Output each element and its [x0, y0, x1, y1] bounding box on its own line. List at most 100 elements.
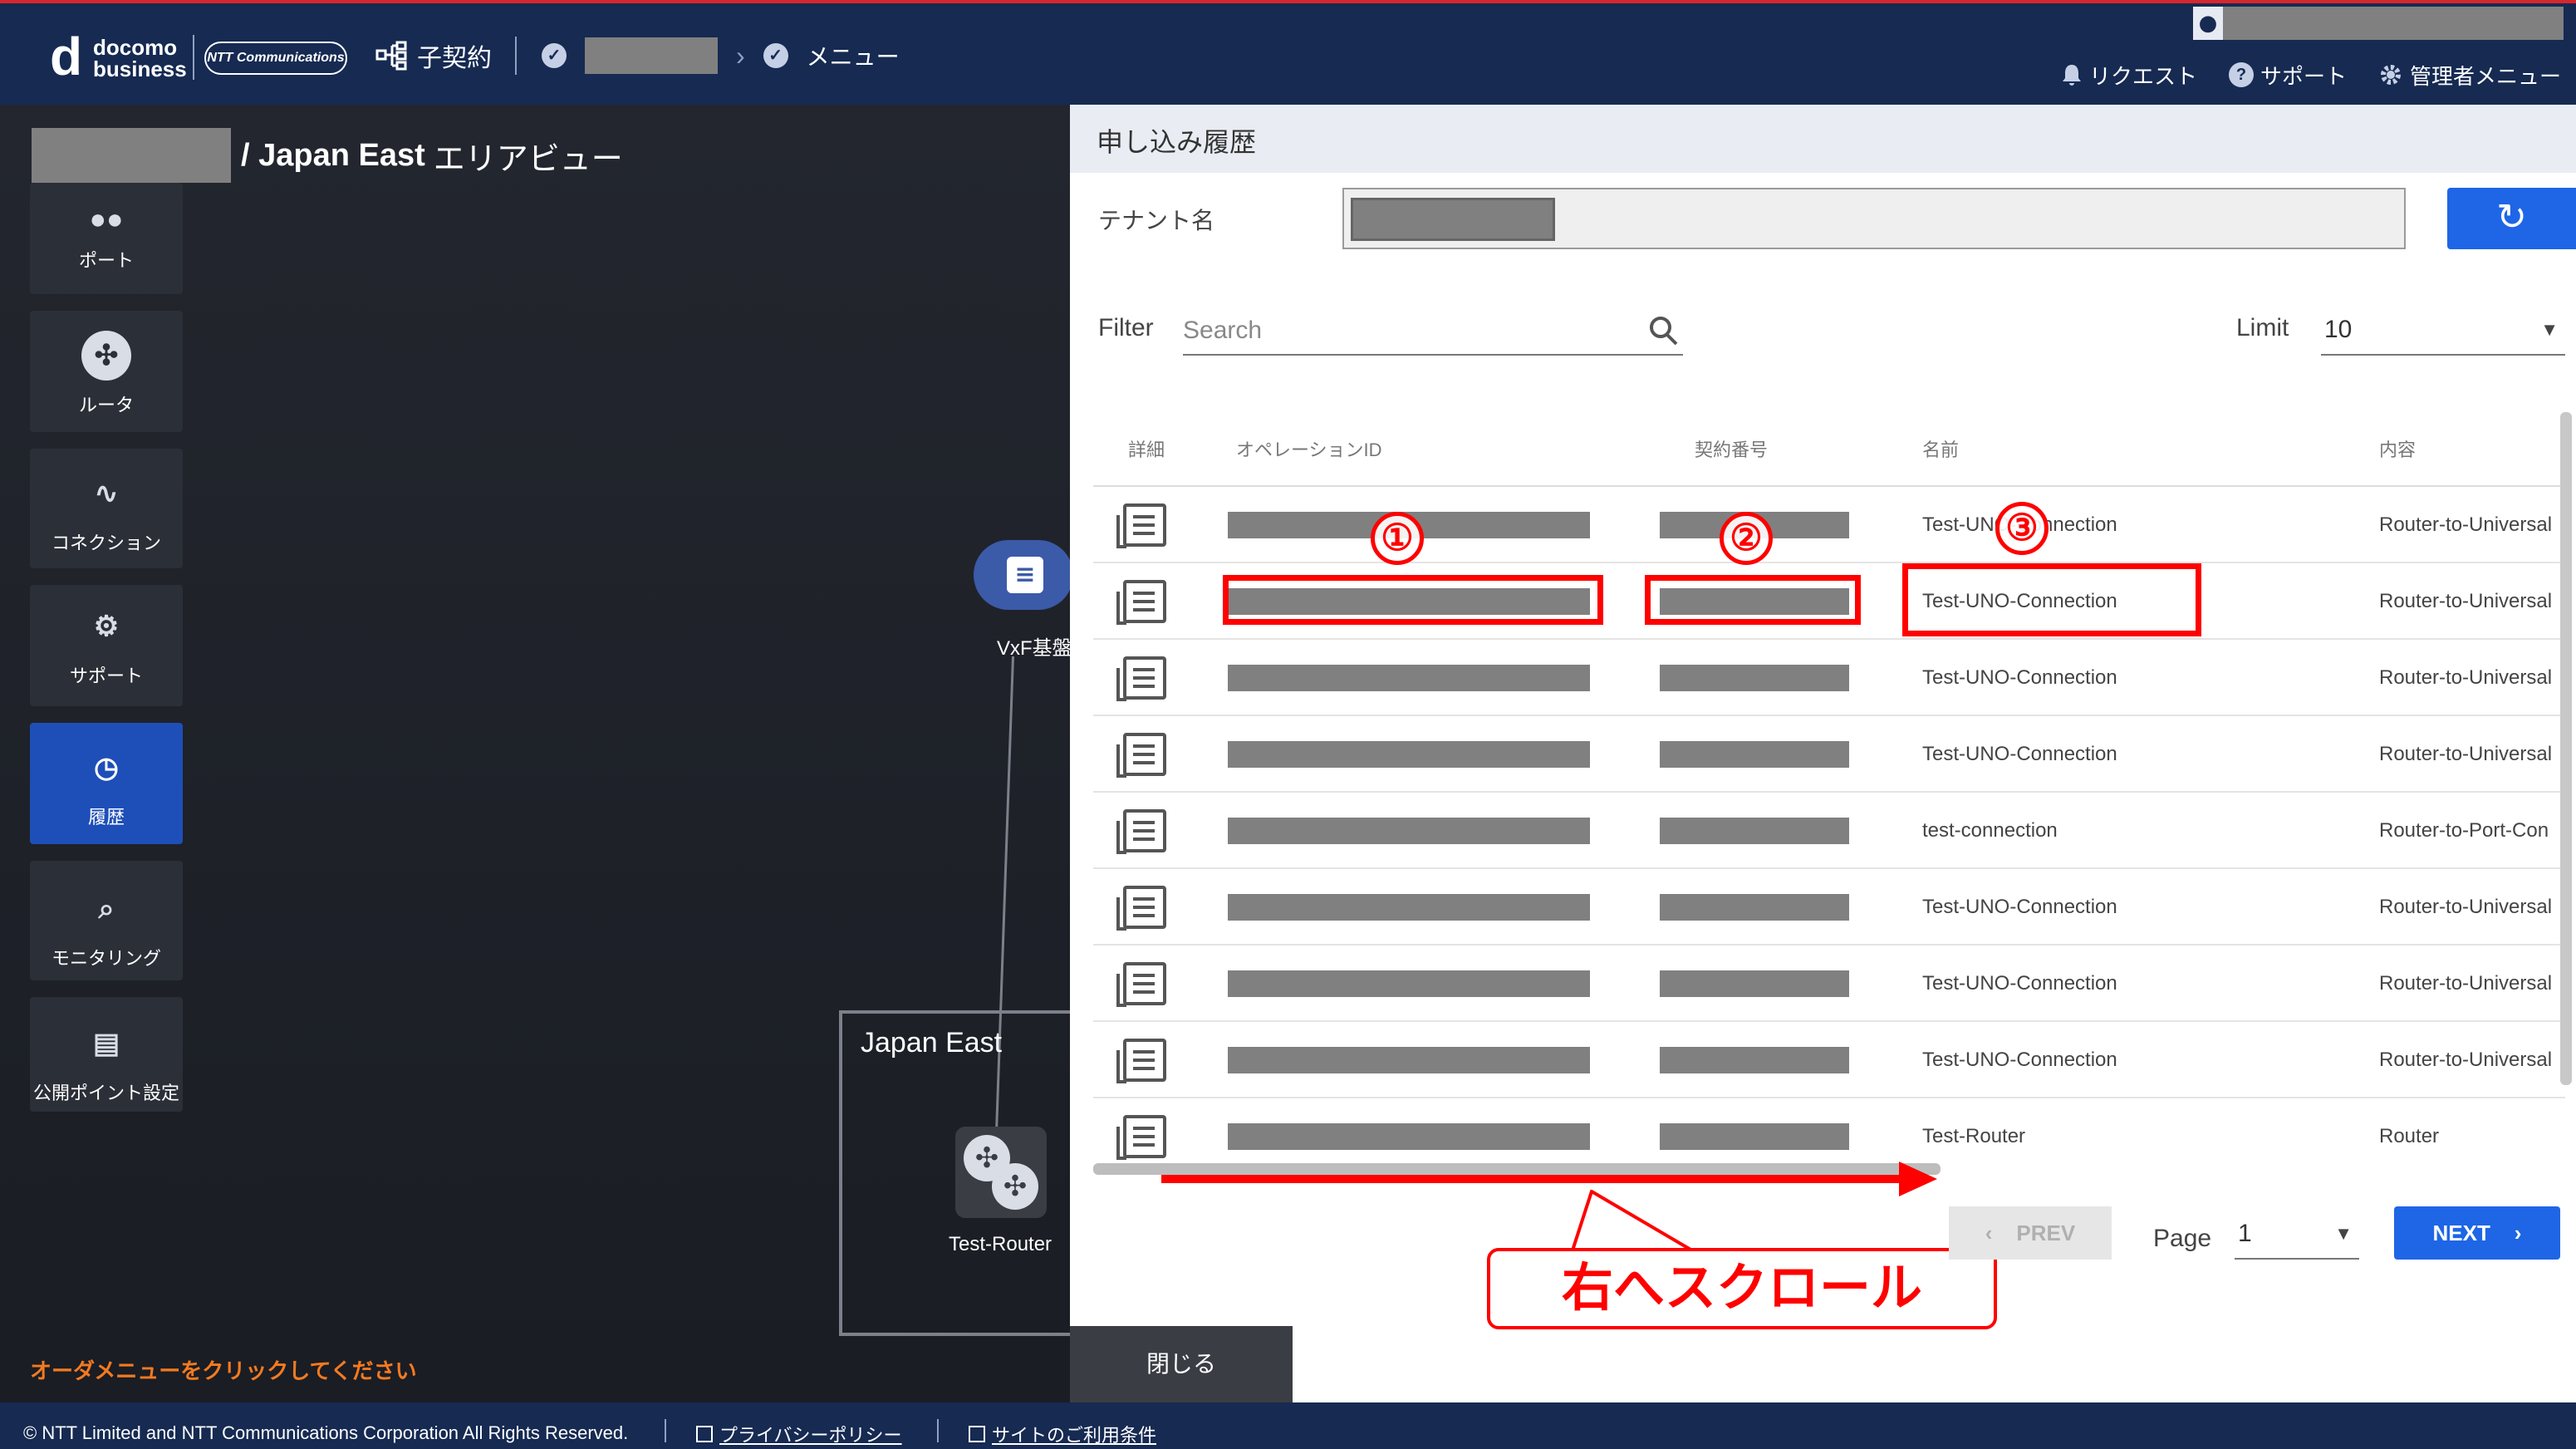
document-icon[interactable]: [1116, 962, 1166, 1007]
sidebar-item-public-point[interactable]: ▤ 公開ポイント設定: [30, 997, 183, 1112]
filter-label: Filter: [1098, 314, 1154, 341]
terms-link[interactable]: サイトのご利用条件: [969, 1421, 1156, 1447]
search-input[interactable]: [1183, 312, 1631, 349]
logo-divider: [193, 35, 194, 80]
column-contract-no: 契約番号: [1695, 440, 1769, 460]
user-account[interactable]: ●: [2193, 7, 2564, 40]
document-icon[interactable]: [1116, 503, 1166, 548]
row-name: Test-UNO-Connection: [1922, 896, 2117, 918]
document-icon[interactable]: [1116, 886, 1166, 931]
panel-title: 申し込み履歴: [1097, 127, 1257, 157]
chevron-right-icon: ›: [736, 40, 745, 71]
prev-button[interactable]: ‹ PREV: [1949, 1206, 2112, 1260]
operation-id-redacted: [1228, 894, 1590, 921]
document-icon[interactable]: [1116, 809, 1166, 854]
row-content: Router-to-Universal: [2379, 972, 2553, 995]
arrow-right-icon: [1899, 1162, 1937, 1196]
page-title: / Japan East エリアビュー: [32, 128, 623, 183]
user-name-redacted: [2223, 7, 2564, 40]
external-link-icon: [969, 1426, 985, 1442]
contract-no-redacted: [1660, 741, 1849, 768]
row-name: Test-UNO-Connection: [1922, 1049, 2117, 1071]
table-row[interactable]: Test-Router Router: [1093, 1098, 2565, 1167]
row-content: Router-to-Universal: [2379, 743, 2553, 765]
horizontal-scrollbar[interactable]: [1093, 1163, 1941, 1175]
router-node[interactable]: ✣ ✣: [955, 1127, 1047, 1218]
history-table: 詳細 オペレーションID 契約番号 名前 内容 Test-UNO-Connect…: [1093, 407, 2565, 1167]
row-content: Router-to-Universal: [2379, 513, 2553, 536]
top-menu: リクエスト ? サポート 管理者メニュー: [2061, 56, 2561, 93]
top-header: d docomo business NTT Communications 子契約…: [0, 0, 2576, 105]
row-name: Test-UNO-Connection: [1922, 972, 2117, 995]
table-row[interactable]: Test-UNO-Connection Router-to-Universal: [1093, 946, 2565, 1022]
search-icon[interactable]: [1646, 312, 1680, 349]
admin-menu-link[interactable]: 管理者メニュー: [2378, 60, 2561, 91]
annotation-number-1: ①: [1371, 512, 1424, 565]
scroll-right-callout: 右へスクロール: [1487, 1248, 1997, 1329]
table-row[interactable]: Test-UNO-Connection Router-to-Universal: [1093, 487, 2565, 563]
caret-down-icon: ▼: [2334, 1223, 2353, 1244]
document-icon[interactable]: [1116, 1115, 1166, 1160]
search-box: [1183, 307, 1683, 356]
row-content: Router-to-Universal: [2379, 896, 2553, 918]
tenant-field[interactable]: [1342, 188, 2406, 249]
operation-id-redacted: [1228, 665, 1590, 691]
caret-down-icon: ▼: [2540, 319, 2559, 340]
sidebar-item-monitoring[interactable]: ⌕ モニタリング: [30, 861, 183, 980]
table-row[interactable]: test-connection Router-to-Port-Con: [1093, 793, 2565, 869]
support-link[interactable]: ? サポート: [2228, 60, 2347, 91]
row-name: Test-UNO-Connection: [1922, 666, 2117, 689]
sidebar-item-port[interactable]: ●● ポート: [30, 183, 183, 294]
tenant-name-redacted: [32, 128, 231, 183]
column-content: 内容: [2379, 440, 2417, 460]
close-button[interactable]: 閉じる: [1070, 1326, 1293, 1402]
document-icon[interactable]: [1116, 1039, 1166, 1083]
copyright: © NTT Limited and NTT Communications Cor…: [23, 1422, 629, 1443]
chevron-left-icon: ‹: [1985, 1221, 1993, 1245]
contract-no-redacted: [1660, 970, 1849, 997]
docomo-business-logo[interactable]: docomo business: [93, 37, 187, 80]
operation-id-redacted: [1228, 970, 1590, 997]
table-row[interactable]: Test-UNO-Connection Router-to-Universal: [1093, 640, 2565, 716]
limit-label: Limit: [2236, 314, 2289, 341]
request-link[interactable]: リクエスト: [2061, 60, 2197, 91]
sidebar-item-connection[interactable]: ∿ コネクション: [30, 449, 183, 568]
footer-divider: [665, 1419, 666, 1442]
document-icon[interactable]: [1116, 580, 1166, 625]
operation-id-redacted: [1228, 1123, 1590, 1150]
vertical-scrollbar[interactable]: [2560, 412, 2572, 1085]
row-content: Router-to-Universal: [2379, 590, 2553, 612]
sidebar-item-support[interactable]: ⚙ サポート: [30, 585, 183, 706]
router-icon: ✣: [992, 1163, 1038, 1210]
tenant-value-redacted: [1351, 198, 1555, 241]
privacy-policy-link[interactable]: プライバシーポリシー: [696, 1421, 902, 1447]
page-select[interactable]: 1 ▼: [2235, 1213, 2359, 1260]
server-icon: ≡: [1007, 557, 1043, 593]
nav-divider: [515, 37, 517, 75]
annotation-number-2: ②: [1720, 512, 1773, 565]
sub-contract-link[interactable]: 子契約: [375, 37, 492, 75]
table-row[interactable]: Test-UNO-Connection Router-to-Universal: [1093, 716, 2565, 793]
contract-name-redacted[interactable]: [585, 37, 718, 74]
scroll-arrow: [1161, 1175, 1909, 1183]
document-icon[interactable]: [1116, 733, 1166, 778]
support-icon: ⚙: [93, 611, 120, 642]
limit-select[interactable]: 10 ▼: [2321, 309, 2565, 356]
table-header: 詳細 オペレーションID 契約番号 名前 内容: [1093, 407, 2565, 487]
document-icon[interactable]: [1116, 656, 1166, 701]
sidebar-item-history[interactable]: ◷ 履歴: [30, 723, 183, 844]
row-name: Test-Router: [1922, 1125, 2026, 1147]
operation-id-redacted: [1228, 1047, 1590, 1073]
contract-no-redacted: [1660, 1123, 1849, 1150]
vxf-cloud-node[interactable]: ≡: [974, 540, 1073, 623]
docomo-logo-mark: d: [50, 27, 83, 86]
hierarchy-icon: [375, 41, 407, 71]
table-row[interactable]: Test-UNO-Connection Router-to-Universal: [1093, 1022, 2565, 1098]
refresh-button[interactable]: ↻: [2447, 188, 2576, 249]
next-button[interactable]: NEXT ›: [2394, 1206, 2560, 1260]
menu-crumb[interactable]: メニュー: [807, 39, 900, 72]
table-row[interactable]: Test-UNO-Connection Router-to-Universal: [1093, 869, 2565, 946]
contract-no-redacted: [1660, 818, 1849, 844]
public-point-icon: ▤: [92, 1028, 120, 1059]
sidebar-item-router[interactable]: ✣ ルータ: [30, 311, 183, 432]
